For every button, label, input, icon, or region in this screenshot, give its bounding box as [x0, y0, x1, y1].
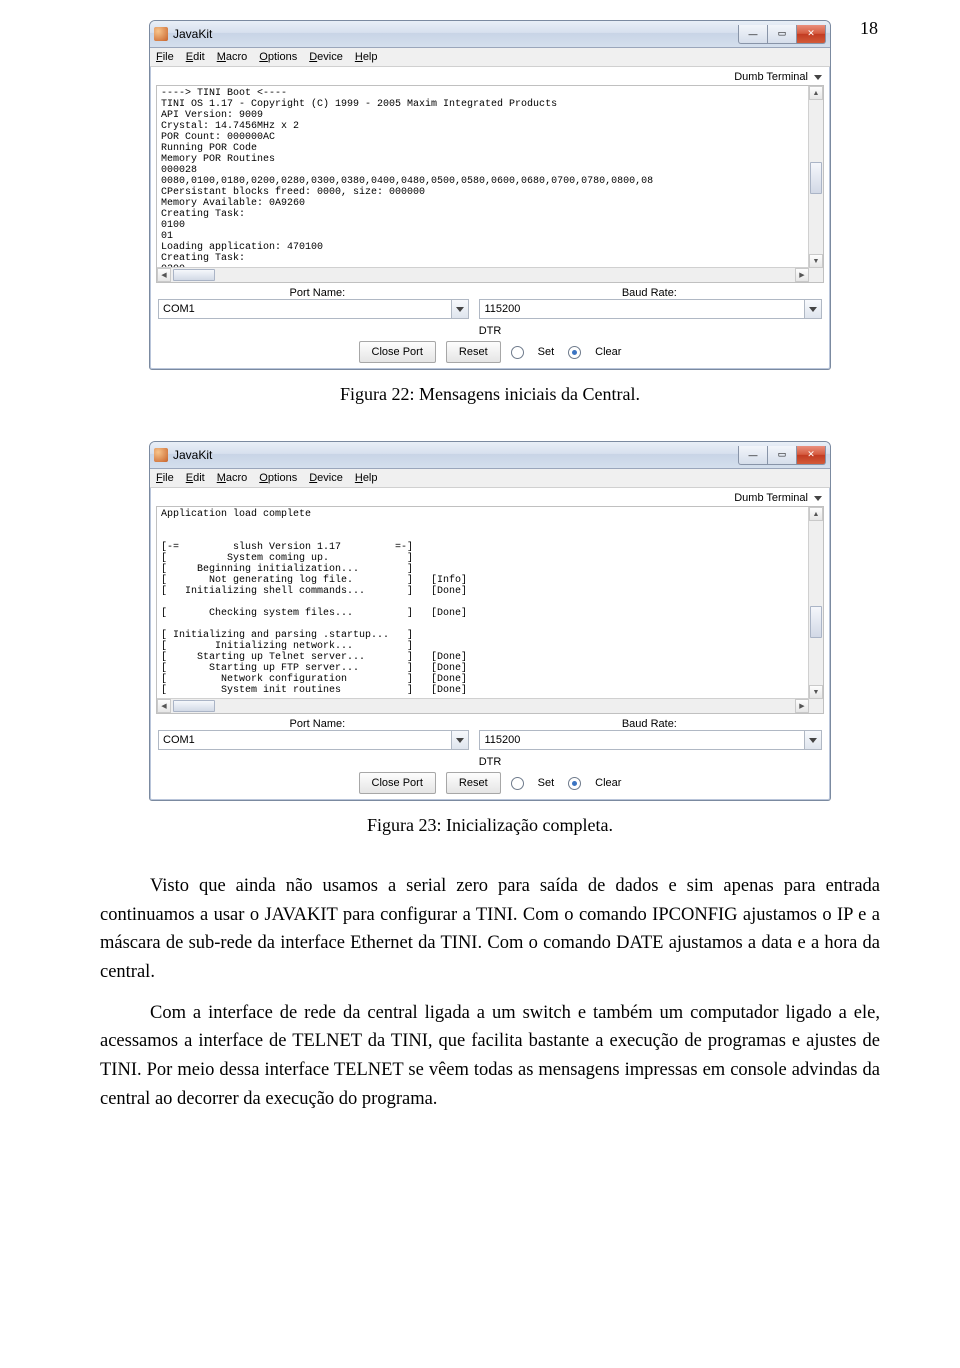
radio-set-label: Set: [538, 777, 555, 789]
scroll-right-icon[interactable]: ▶: [795, 699, 809, 713]
port-name-value: COM1: [163, 734, 195, 746]
scroll-corner: [809, 699, 823, 713]
baud-rate-label: Baud Rate:: [477, 287, 822, 299]
radio-clear[interactable]: [568, 777, 581, 790]
scroll-left-icon[interactable]: ◀: [157, 699, 171, 713]
reset-button[interactable]: Reset: [446, 772, 501, 794]
window-title: JavaKit: [173, 27, 738, 41]
dtr-label: DTR: [479, 754, 502, 770]
minimize-button[interactable]: —: [738, 25, 768, 44]
port-name-value: COM1: [163, 303, 195, 315]
terminal-mode-dropdown[interactable]: Dumb Terminal: [734, 492, 808, 504]
port-name-label: Port Name:: [158, 718, 477, 730]
scroll-left-icon[interactable]: ◀: [157, 268, 171, 282]
maximize-button[interactable]: ▭: [768, 25, 797, 44]
close-button[interactable]: ✕: [797, 446, 826, 465]
menu-device[interactable]: Device: [309, 472, 343, 484]
close-port-button[interactable]: Close Port: [359, 341, 436, 363]
chevron-down-icon[interactable]: [804, 300, 821, 318]
terminal-output: ----> TINI Boot <---- TINI OS 1.17 - Cop…: [156, 85, 824, 283]
scroll-thumb[interactable]: [810, 606, 822, 638]
baud-rate-value: 115200: [484, 303, 520, 315]
scroll-up-icon[interactable]: ▲: [809, 507, 823, 521]
paragraph-1: Visto que ainda não usamos a serial zero…: [100, 872, 880, 987]
port-name-combo[interactable]: COM1: [158, 730, 469, 750]
paragraph-2: Com a interface de rede da central ligad…: [100, 999, 880, 1114]
figure-22-caption: Figura 22: Mensagens iniciais da Central…: [100, 384, 880, 405]
window-title: JavaKit: [173, 448, 738, 462]
terminal-text: ----> TINI Boot <---- TINI OS 1.17 - Cop…: [157, 86, 809, 268]
titlebar: JavaKit — ▭ ✕: [150, 21, 830, 48]
terminal-mode-dropdown[interactable]: Dumb Terminal: [734, 71, 808, 83]
javakit-window-1: JavaKit — ▭ ✕ File Edit Macro Options De…: [149, 20, 831, 370]
chevron-down-icon[interactable]: [814, 496, 822, 501]
close-button[interactable]: ✕: [797, 25, 826, 44]
terminal-text: Application load complete [-= slush Vers…: [157, 507, 809, 699]
minimize-button[interactable]: —: [738, 446, 768, 465]
menu-macro[interactable]: Macro: [217, 472, 248, 484]
app-icon: [154, 27, 168, 41]
horizontal-scrollbar[interactable]: ◀ ▶: [157, 267, 809, 282]
maximize-button[interactable]: ▭: [768, 446, 797, 465]
scroll-up-icon[interactable]: ▲: [809, 86, 823, 100]
menu-edit[interactable]: Edit: [186, 472, 205, 484]
menu-edit[interactable]: Edit: [186, 51, 205, 63]
dtr-label: DTR: [479, 323, 502, 339]
chevron-down-icon[interactable]: [451, 731, 468, 749]
baud-rate-label: Baud Rate:: [477, 718, 822, 730]
chevron-down-icon[interactable]: [451, 300, 468, 318]
javakit-window-2: JavaKit — ▭ ✕ File Edit Macro Options De…: [149, 441, 831, 801]
menu-device[interactable]: Device: [309, 51, 343, 63]
reset-button[interactable]: Reset: [446, 341, 501, 363]
scroll-down-icon[interactable]: ▼: [809, 254, 823, 268]
scroll-thumb-h[interactable]: [173, 700, 215, 712]
radio-set[interactable]: [511, 777, 524, 790]
menu-options[interactable]: Options: [259, 51, 297, 63]
titlebar: JavaKit — ▭ ✕: [150, 442, 830, 469]
radio-set-label: Set: [538, 346, 555, 358]
scroll-thumb[interactable]: [810, 162, 822, 194]
app-icon: [154, 448, 168, 462]
scroll-right-icon[interactable]: ▶: [795, 268, 809, 282]
radio-clear[interactable]: [568, 346, 581, 359]
baud-rate-combo[interactable]: 115200: [479, 730, 822, 750]
port-name-combo[interactable]: COM1: [158, 299, 469, 319]
menu-help[interactable]: Help: [355, 472, 378, 484]
menu-bar: File Edit Macro Options Device Help: [150, 469, 830, 488]
menu-file[interactable]: File: [156, 472, 174, 484]
chevron-down-icon[interactable]: [804, 731, 821, 749]
scroll-down-icon[interactable]: ▼: [809, 685, 823, 699]
menu-help[interactable]: Help: [355, 51, 378, 63]
scroll-thumb-h[interactable]: [173, 269, 215, 281]
horizontal-scrollbar[interactable]: ◀ ▶: [157, 698, 809, 713]
figure-23-caption: Figura 23: Inicialização completa.: [100, 815, 880, 836]
baud-rate-value: 115200: [484, 734, 520, 746]
radio-clear-label: Clear: [595, 346, 621, 358]
radio-clear-label: Clear: [595, 777, 621, 789]
baud-rate-combo[interactable]: 115200: [479, 299, 822, 319]
port-name-label: Port Name:: [158, 287, 477, 299]
close-port-button[interactable]: Close Port: [359, 772, 436, 794]
chevron-down-icon[interactable]: [814, 75, 822, 80]
menu-options[interactable]: Options: [259, 472, 297, 484]
terminal-output: Application load complete [-= slush Vers…: [156, 506, 824, 714]
menu-bar: File Edit Macro Options Device Help: [150, 48, 830, 67]
radio-set[interactable]: [511, 346, 524, 359]
vertical-scrollbar[interactable]: ▲ ▼: [808, 507, 823, 699]
menu-file[interactable]: File: [156, 51, 174, 63]
scroll-corner: [809, 268, 823, 282]
vertical-scrollbar[interactable]: ▲ ▼: [808, 86, 823, 268]
menu-macro[interactable]: Macro: [217, 51, 248, 63]
page-number: 18: [860, 18, 878, 39]
